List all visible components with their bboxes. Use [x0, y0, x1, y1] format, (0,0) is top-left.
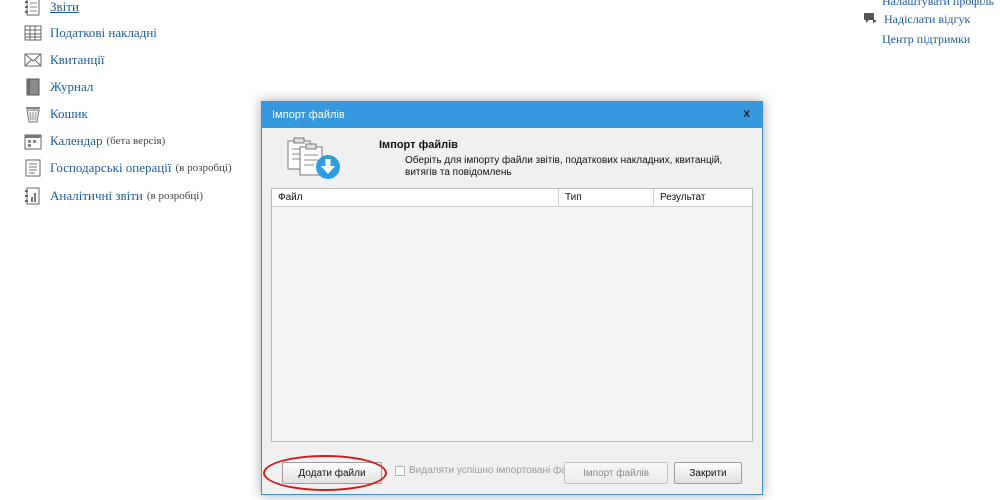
book-icon: [26, 78, 40, 96]
dialog-description: Оберіть для імпорту файли звітів, податк…: [405, 155, 723, 178]
import-files-dialog: Імпорт файлів x Імпорт файлів Оберіть дл…: [261, 101, 763, 495]
nav-label[interactable]: Аналітичні звіти: [50, 188, 143, 204]
support-center-link[interactable]: Центр підтримки: [882, 32, 970, 47]
nav-item-tax-invoices[interactable]: Податкові накладні: [24, 23, 157, 43]
nav-label[interactable]: Кошик: [50, 106, 88, 122]
nav-label[interactable]: Господарські операції: [50, 160, 172, 176]
checkbox-box[interactable]: [395, 465, 405, 476]
column-header-type[interactable]: Тип: [558, 189, 653, 207]
import-files-icon: [287, 137, 340, 179]
add-files-button[interactable]: Додати файли: [282, 462, 382, 484]
nav-item-journal[interactable]: Журнал: [24, 77, 93, 97]
nav-item-receipts[interactable]: Квитанції: [24, 50, 105, 70]
configure-profile-link[interactable]: Налаштувати профіль: [882, 0, 994, 9]
trash-icon: [26, 107, 40, 123]
nav-label[interactable]: Квитанції: [50, 52, 105, 68]
calendar-icon: [24, 134, 42, 150]
document-icon: [25, 159, 41, 177]
nav-item-calendar[interactable]: Календар (бета версія): [24, 131, 165, 151]
send-feedback-link[interactable]: Надіслати відгук: [884, 12, 970, 27]
nav-label[interactable]: Календар: [50, 133, 102, 149]
delete-imported-checkbox[interactable]: Видаляти успішно імпортовані файли: [395, 465, 584, 476]
column-header-result[interactable]: Результат: [653, 189, 752, 207]
nav-item-trash[interactable]: Кошик: [24, 104, 88, 124]
close-button[interactable]: Закрити: [674, 462, 742, 484]
import-files-button[interactable]: Імпорт файлів: [564, 462, 668, 484]
dialog-titlebar[interactable]: Імпорт файлів: [262, 102, 762, 128]
nav-label[interactable]: Журнал: [50, 79, 93, 95]
nav-label[interactable]: Звіти: [50, 0, 79, 15]
nav-note: (в розробці): [175, 162, 232, 174]
column-header-file[interactable]: Файл: [272, 189, 558, 207]
envelope-icon: [24, 53, 42, 67]
nav-label[interactable]: Податкові накладні: [50, 25, 157, 41]
dialog-heading: Імпорт файлів: [379, 139, 458, 151]
checkbox-label: Видаляти успішно імпортовані файли: [409, 465, 584, 476]
nav-item-analytical-reports[interactable]: Аналітичні звіти (в розробці): [24, 186, 203, 206]
nav-note: (бета версія): [106, 135, 166, 147]
nav-item-business-operations[interactable]: Господарські операції (в розробці): [24, 158, 232, 178]
close-icon[interactable]: x: [743, 106, 750, 120]
nav-item-reports[interactable]: Звіти: [24, 0, 79, 17]
reports-icon: [25, 0, 40, 16]
nav-note: (в розробці): [146, 190, 204, 202]
dialog-title: Імпорт файлів: [272, 109, 345, 121]
chart-icon: [25, 187, 40, 205]
files-table[interactable]: Файл Тип Результат: [271, 188, 753, 442]
table-icon: [24, 25, 42, 41]
feedback-icon: [864, 13, 877, 23]
